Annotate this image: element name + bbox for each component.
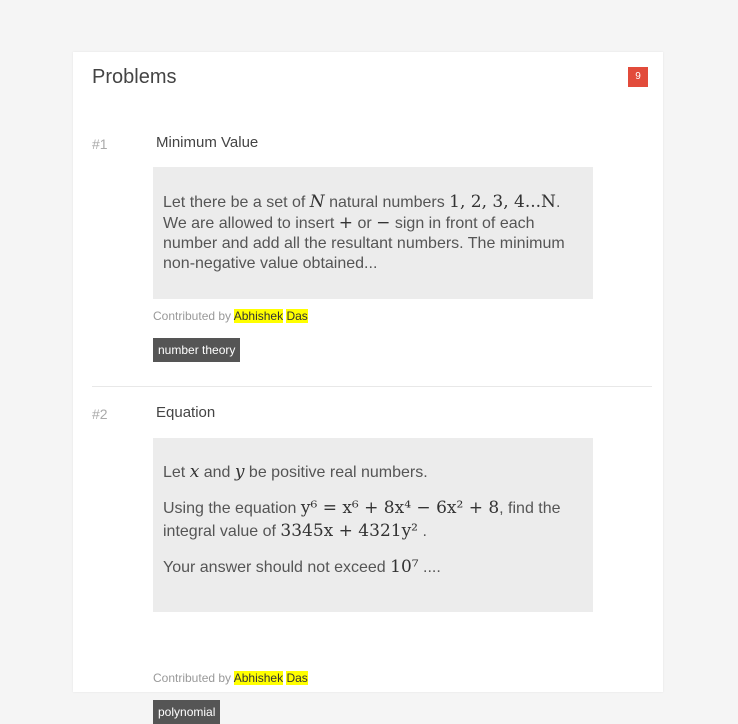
math-expression: y⁶ = x⁶ + 8x⁴ − 6x² + 8 (300, 498, 500, 518)
problem-statement[interactable]: Let x and y be positive real numbers. Us… (153, 438, 593, 612)
problems-panel: Problems 9 #1 Minimum Value Let there be… (73, 52, 663, 724)
statement-paragraph: Let x and y be positive real numbers. (163, 462, 583, 483)
math-expression: 10⁷ (390, 557, 419, 577)
statement-text: be positive real numbers. (244, 464, 428, 481)
statement-text: Let (163, 464, 190, 481)
problem-title-link[interactable]: Equation (156, 404, 215, 421)
author-first-name-link[interactable]: Abhishek (233, 309, 284, 323)
math-expression: 3345x + 4321y² (280, 521, 418, 541)
statement-text: Using the equation (163, 500, 301, 517)
author-first-name-link[interactable]: Abhishek (233, 671, 284, 685)
contributed-by-label: Contributed by (153, 309, 232, 323)
statement-text: and (199, 464, 235, 481)
math-expression: 1, 2, 3, 4...N (449, 192, 556, 212)
contributor-line: Contributed by Abhishek Das (153, 671, 308, 685)
author-last-name-link[interactable]: Das (286, 309, 308, 323)
math-expression: N (309, 192, 325, 212)
topic-tag[interactable]: polynomial (153, 700, 221, 724)
statement-text: or (353, 215, 377, 232)
statement-text: . (418, 523, 427, 540)
contributor-line: Contributed by Abhishek Das (153, 309, 308, 323)
contributed-by-label: Contributed by (153, 671, 232, 685)
math-expression: − (376, 213, 391, 233)
math-expression: + (338, 213, 354, 233)
statement-text: Let there be a set of (163, 194, 310, 211)
statement-text: .... (418, 559, 441, 576)
problem-count-badge: 9 (628, 67, 648, 87)
problem-number: #1 (92, 136, 108, 152)
problem-statement[interactable]: Let there be a set of N natural numbers … (153, 167, 593, 299)
problem-title-link[interactable]: Minimum Value (156, 134, 258, 151)
problem-number: #2 (92, 406, 108, 422)
statement-paragraph: Your answer should not exceed 10⁷ .... (163, 557, 583, 578)
math-expression: x (189, 462, 200, 482)
statement-text: Your answer should not exceed (163, 559, 391, 576)
statement-text: natural numbers (324, 194, 450, 211)
problem-item: #2 Equation Let x and y be positive real… (92, 400, 652, 724)
panel-title: Problems (92, 66, 177, 88)
author-last-name-link[interactable]: Das (286, 671, 308, 685)
statement-paragraph: Using the equation y⁶ = x⁶ + 8x⁴ − 6x² +… (163, 497, 583, 543)
problem-item: #1 Minimum Value Let there be a set of N… (92, 130, 652, 387)
topic-tag[interactable]: number theory (153, 338, 241, 362)
